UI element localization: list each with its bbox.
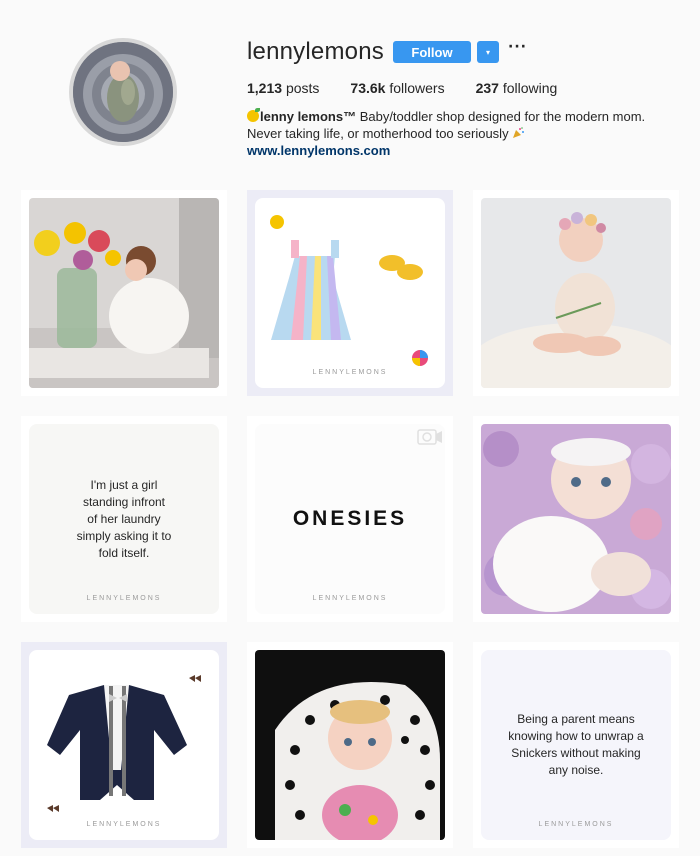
post-tile-snickers-quote[interactable]: Being a parent means knowing how to unwr…	[473, 642, 679, 848]
bio-text-1: Baby/toddler shop designed for the moder…	[356, 109, 646, 124]
post-image	[255, 650, 445, 840]
website-link[interactable]: www.lennylemons.com	[247, 142, 687, 159]
stat-posts: 1,213 posts	[247, 80, 319, 96]
brand-watermark: LENNYLEMONS	[312, 595, 388, 602]
post-tile-baby-tutu[interactable]	[473, 416, 679, 622]
stat-following[interactable]: 237 following	[476, 80, 558, 96]
stat-posts-label: posts	[285, 80, 320, 96]
post-tile-onesies[interactable]: ONESIES LENNYLEMONS	[247, 416, 453, 622]
bio-line-2: Never taking life, or motherhood too ser…	[247, 125, 687, 142]
post-tile-cardigan-onesie[interactable]: LENNYLEMONS	[21, 642, 227, 848]
post-tile-laundry-quote[interactable]: I'm just a girl standing infront of her …	[21, 416, 227, 622]
follow-button[interactable]: Follow	[393, 41, 471, 63]
post-image: LENNYLEMONS	[29, 650, 219, 840]
post-tile-flower-crown-baby[interactable]	[473, 190, 679, 396]
full-name: lenny lemons™	[260, 109, 357, 124]
stat-followers[interactable]: 73.6k followers	[350, 80, 444, 96]
stat-followers-label: followers	[389, 80, 445, 96]
post-tile-flowers-toddler[interactable]	[21, 190, 227, 396]
post-tile-polka-dot-baby[interactable]	[247, 642, 453, 848]
stat-posts-count: 1,213	[247, 80, 283, 96]
lemon-icon	[247, 108, 260, 122]
profile-bio: lenny lemons™ Baby/toddler shop designed…	[247, 108, 687, 159]
post-image	[481, 424, 671, 614]
video-icon	[417, 429, 442, 445]
brand-watermark: LENNYLEMONS	[86, 821, 162, 828]
post-image: ONESIES LENNYLEMONS	[255, 424, 445, 614]
post-image: I'm just a girl standing infront of her …	[29, 424, 219, 614]
bio-line-1: lenny lemons™ Baby/toddler shop designed…	[247, 108, 687, 125]
post-image: Being a parent means knowing how to unwr…	[481, 650, 671, 840]
username: lennylemons	[247, 38, 384, 65]
stat-followers-count: 73.6k	[350, 80, 386, 96]
avatar-photo	[73, 42, 173, 142]
stat-following-count: 237	[475, 80, 499, 96]
avatar[interactable]	[69, 38, 177, 146]
more-options-button[interactable]: ···	[508, 39, 527, 55]
suggestions-dropdown-button[interactable]: ▾	[477, 41, 499, 63]
stat-following-label: following	[502, 80, 558, 96]
profile-stats: 1,213 posts 73.6k followers 237 followin…	[247, 80, 588, 96]
brand-watermark: LENNYLEMONS	[312, 369, 388, 376]
post-title-text: ONESIES	[292, 507, 408, 530]
post-quote-text: I'm just a girl standing infront of her …	[76, 477, 172, 560]
brand-watermark: LENNYLEMONS	[86, 595, 162, 602]
post-tile-striped-dress[interactable]: LENNYLEMONS	[247, 190, 453, 396]
post-image: LENNYLEMONS	[255, 198, 445, 388]
post-image	[481, 198, 671, 388]
party-popper-icon	[513, 127, 525, 138]
bio-text-2: Never taking life, or motherhood too ser…	[247, 126, 513, 141]
brand-watermark: LENNYLEMONS	[538, 821, 614, 828]
profile-header: lennylemons Follow ▾ ··· 1,213 posts 73.…	[0, 0, 700, 180]
post-quote-text: Being a parent means knowing how to unwr…	[508, 712, 644, 777]
post-image	[29, 198, 219, 388]
